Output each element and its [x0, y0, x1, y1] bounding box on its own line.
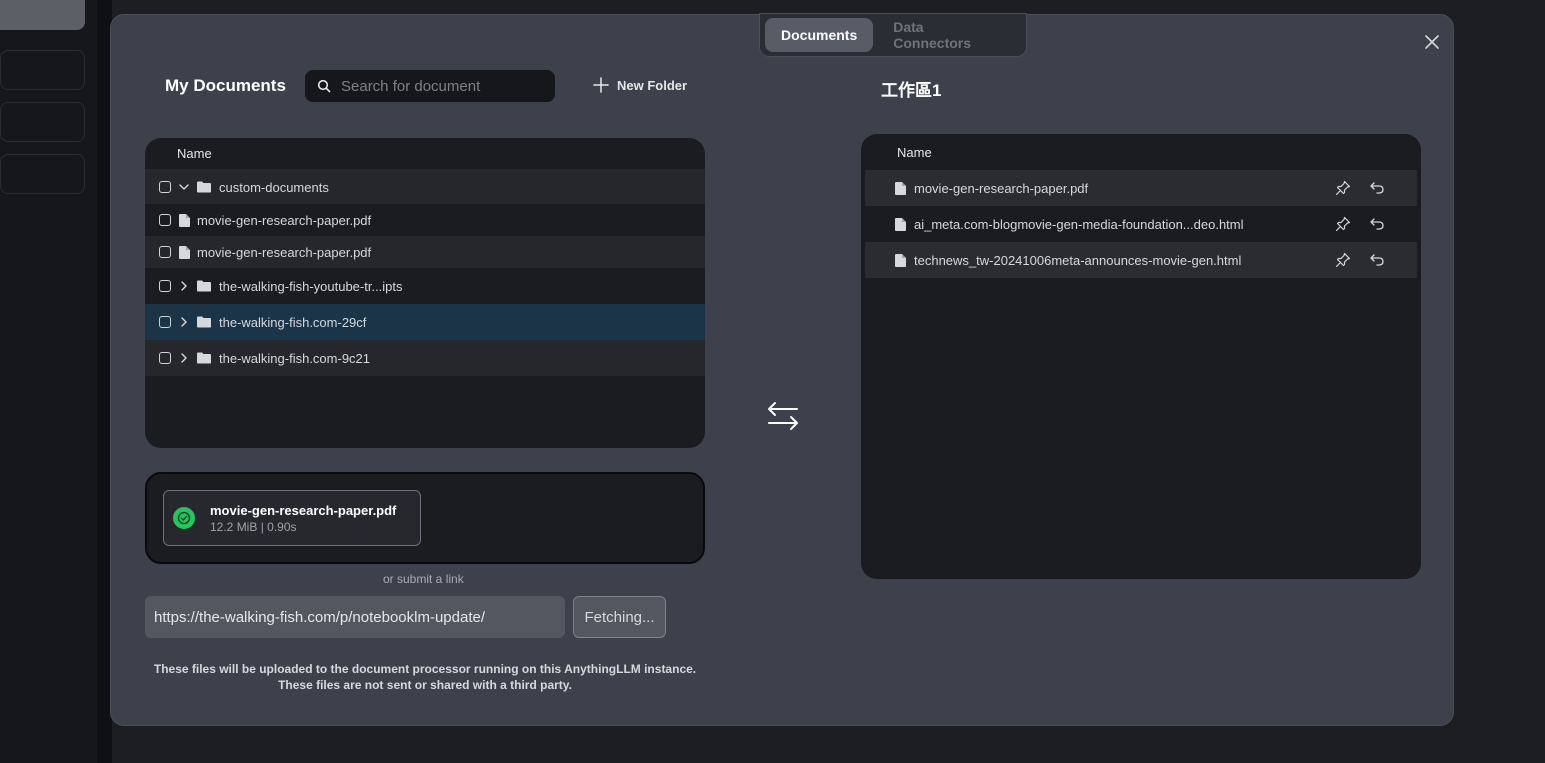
transfer-arrows-icon[interactable]	[765, 398, 801, 434]
list-item[interactable]: technews_tw-20241006meta-announces-movie…	[865, 242, 1417, 278]
item-name: movie-gen-research-paper.pdf	[197, 212, 372, 228]
search-icon	[317, 79, 331, 93]
pin-icon[interactable]	[1335, 180, 1351, 196]
uploaded-file-meta: 12.2 MiB | 0.90s	[210, 519, 297, 534]
row-checkbox[interactable]	[159, 280, 171, 292]
new-folder-label: New Folder	[617, 77, 688, 93]
plus-icon	[593, 77, 609, 93]
file-icon	[177, 213, 191, 227]
list-item[interactable]: movie-gen-research-paper.pdf	[865, 170, 1417, 206]
tab-data-connectors[interactable]: Data Connectors	[877, 18, 1021, 52]
item-name: ai_meta.com-blogmovie-gen-media-foundati…	[914, 216, 1244, 232]
folder-icon	[197, 351, 211, 365]
file-icon	[177, 245, 191, 259]
chevron-right-icon[interactable]	[177, 351, 191, 365]
item-name: technews_tw-20241006meta-announces-movie…	[914, 252, 1242, 268]
chevron-down-icon[interactable]	[177, 180, 191, 194]
workspace-title: 工作區1	[881, 81, 942, 100]
item-name: the-walking-fish.com-9c21	[219, 350, 371, 366]
background-button	[0, 154, 85, 194]
folder-icon	[197, 279, 211, 293]
my-documents-panel: Name custom-documents movie-gen-research…	[145, 138, 705, 448]
item-name: the-walking-fish-youtube-tr...ipts	[219, 278, 403, 294]
background-button	[0, 50, 85, 90]
list-item[interactable]: movie-gen-research-paper.pdf	[145, 236, 705, 268]
list-item[interactable]: the-walking-fish-youtube-tr...ipts	[145, 268, 705, 304]
item-name: movie-gen-research-paper.pdf	[197, 244, 372, 260]
list-item[interactable]: the-walking-fish.com-9c21	[145, 340, 705, 376]
new-folder-button[interactable]: New Folder	[593, 77, 687, 93]
column-header: Name	[861, 134, 1421, 170]
item-name: movie-gen-research-paper.pdf	[914, 180, 1089, 196]
uploaded-file-name: movie-gen-research-paper.pdf	[210, 502, 397, 518]
upload-disclaimer: These files will be uploaded to the docu…	[145, 661, 705, 693]
undo-icon[interactable]	[1369, 252, 1385, 268]
disclaimer-line-1: These files will be uploaded to the docu…	[153, 662, 697, 676]
success-check-icon	[173, 507, 195, 529]
column-name: Name	[897, 144, 932, 160]
background-button	[0, 0, 85, 30]
list-item[interactable]: the-walking-fish.com-29cf	[145, 304, 705, 340]
search-input[interactable]	[341, 77, 541, 95]
my-documents-title: My Documents	[165, 76, 286, 95]
list-item[interactable]: custom-documents	[145, 170, 705, 204]
row-checkbox[interactable]	[159, 316, 171, 328]
background-sidebar	[0, 0, 97, 763]
tab-documents[interactable]: Documents	[765, 18, 874, 52]
disclaimer-line-2: These files are not sent or shared with …	[278, 678, 572, 692]
file-icon	[893, 181, 907, 195]
folder-icon	[197, 315, 211, 329]
or-submit-link-label: or submit a link	[383, 572, 464, 586]
workspace-documents-panel: Name movie-gen-research-paper.pdf ai_met…	[861, 134, 1421, 579]
chevron-right-icon[interactable]	[177, 279, 191, 293]
row-checkbox[interactable]	[159, 181, 171, 193]
background-button	[0, 102, 85, 142]
file-icon	[893, 253, 907, 267]
column-header: Name	[145, 138, 705, 170]
document-manager-modal: Documents Data Connectors My Documents N…	[110, 13, 1454, 726]
item-name: the-walking-fish.com-29cf	[219, 314, 367, 330]
modal-tabs: Documents Data Connectors	[759, 13, 1027, 57]
uploaded-file-card: movie-gen-research-paper.pdf 12.2 MiB | …	[163, 490, 421, 546]
link-url-input[interactable]	[145, 596, 565, 638]
pin-icon[interactable]	[1335, 252, 1351, 268]
undo-icon[interactable]	[1369, 180, 1385, 196]
fetch-button[interactable]: Fetching...	[573, 596, 666, 638]
item-name: custom-documents	[219, 179, 329, 195]
list-item[interactable]: movie-gen-research-paper.pdf	[145, 204, 705, 236]
row-checkbox[interactable]	[159, 214, 171, 226]
list-item[interactable]: ai_meta.com-blogmovie-gen-media-foundati…	[865, 206, 1417, 242]
row-checkbox[interactable]	[159, 352, 171, 364]
file-icon	[893, 217, 907, 231]
upload-dropzone[interactable]: movie-gen-research-paper.pdf 12.2 MiB | …	[145, 472, 705, 564]
row-checkbox[interactable]	[159, 246, 171, 258]
undo-icon[interactable]	[1369, 216, 1385, 232]
folder-icon	[197, 180, 211, 194]
chevron-right-icon[interactable]	[177, 315, 191, 329]
close-icon[interactable]	[1421, 31, 1443, 53]
column-name: Name	[177, 146, 212, 161]
pin-icon[interactable]	[1335, 216, 1351, 232]
document-search	[305, 70, 555, 102]
